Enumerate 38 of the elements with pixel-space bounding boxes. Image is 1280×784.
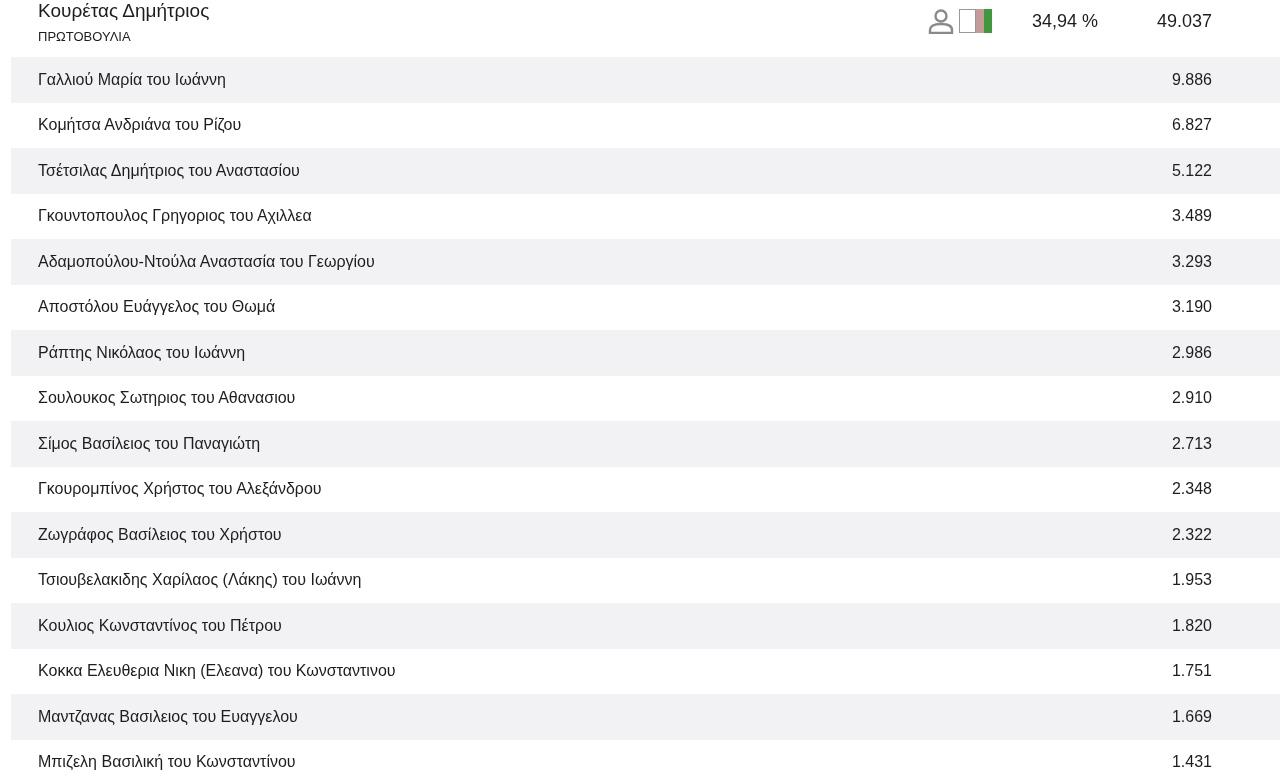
party-color-icon (959, 9, 992, 33)
vote-count: 3.489 (1171, 206, 1212, 227)
candidate-name: Τσιουβελακιδης Χαρίλαος (Λάκης) του Ιωάννη (38, 570, 362, 591)
candidate-name: Κοκκα Ελευθερια Νικη (Ελεανα) του Κωνσταντινου (38, 661, 396, 682)
vote-count: 1.751 (1171, 661, 1212, 682)
candidate-name: Ζωγράφος Βασίλειος του Χρήστου (38, 524, 282, 545)
vote-count: 3.293 (1171, 251, 1212, 272)
vote-count: 49.037 (1155, 9, 1212, 33)
vote-count: 2.910 (1171, 388, 1212, 409)
candidate-name: Κουλιος Κωνσταντίνος του Πέτρου (38, 615, 282, 636)
vote-count: 6.827 (1171, 115, 1212, 136)
candidate-name: Κομήτσα Ανδριάνα του Ρίζου (38, 115, 242, 136)
vote-count: 9.886 (1171, 69, 1212, 90)
candidate-name: Αποστόλου Ευάγγελος του Θωμά (38, 297, 276, 318)
vote-count: 1.953 (1171, 570, 1212, 591)
candidate-name: Γαλλιού Μαρία του Ιωάννη (38, 69, 226, 90)
candidate-name: Ράπτης Νικόλαος του Ιωάννη (38, 342, 246, 363)
candidate-name: Κουρέτας Δημήτριος (38, 0, 210, 22)
candidate-name: Σίμος Βασίλειος του Παναγιώτη (38, 433, 261, 454)
vote-count: 2.348 (1171, 479, 1212, 500)
vote-count: 2.986 (1171, 342, 1212, 363)
vote-count: 1.431 (1171, 752, 1212, 773)
candidate-name: Γκουντοπουλος Γρηγοριος του Αχιλλεα (38, 206, 312, 227)
candidate-name: Σουλουκος Σωτηριος του Αθανασιου (38, 388, 296, 409)
vote-count: 1.820 (1171, 615, 1212, 636)
candidate-name: Τσέτσιλας Δημήτριος του Αναστασίου (38, 160, 300, 181)
vote-percentage: 34,94 % (1032, 9, 1100, 33)
candidate-name: Αδαμοπούλου-Ντούλα Αναστασία του Γεωργίου (38, 251, 375, 272)
candidate-name: Μπιζελη Βασιλική του Κωνσταντίνου (38, 752, 296, 773)
vote-count: 2.322 (1171, 524, 1212, 545)
candidate-name: Μαντζανας Βασιλειος του Ευαγγελου (38, 706, 298, 727)
vote-count: 1.669 (1171, 706, 1212, 727)
candidate-name: Γκουρομπίνος Χρήστος του Αλεξάνδρου (38, 479, 322, 500)
vote-count: 2.713 (1171, 433, 1212, 454)
party-name: ΠΡΩΤΟΒΟΥΛΙΑ (38, 28, 132, 46)
person-icon (928, 8, 954, 34)
vote-count: 5.122 (1171, 160, 1212, 181)
vote-count: 3.190 (1171, 297, 1212, 318)
